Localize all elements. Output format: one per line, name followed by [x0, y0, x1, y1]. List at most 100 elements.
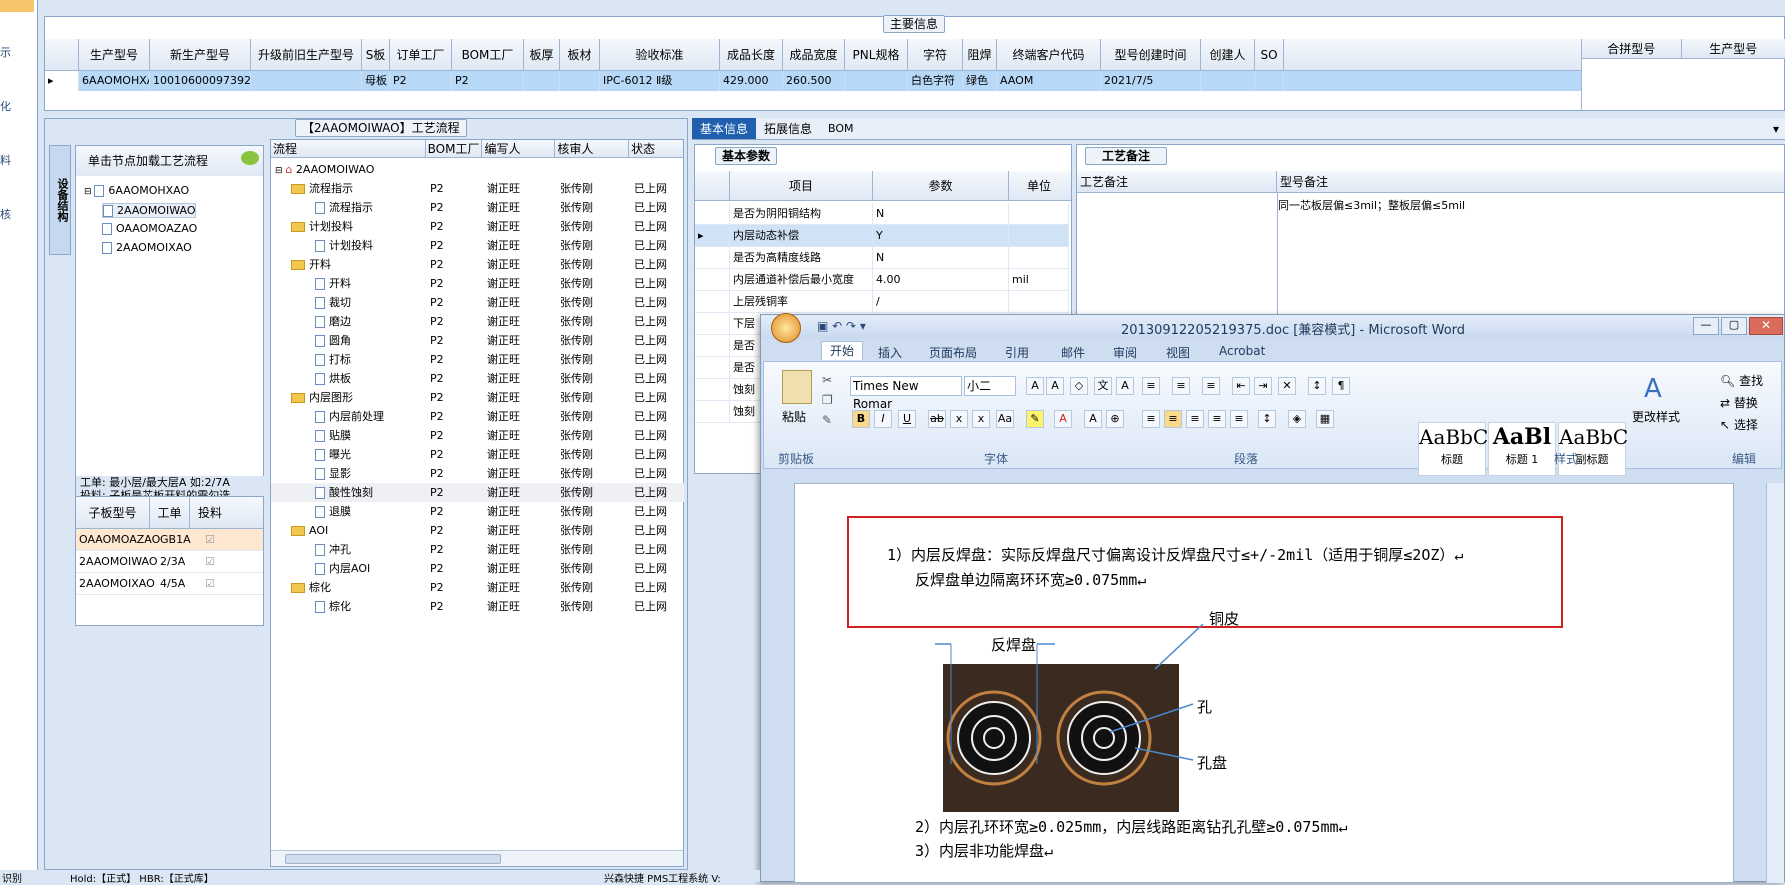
param-row[interactable]: 是否为高精度线路 N	[695, 247, 1069, 269]
scrollbar-thumb[interactable]	[285, 854, 501, 864]
flow-row[interactable]: 磨边 P2 谢正旺 张传刚 已上网	[271, 312, 684, 331]
flow-row[interactable]: 内层图形 P2 谢正旺 张传刚 已上网	[271, 388, 684, 407]
cell[interactable]: 母板	[362, 71, 390, 91]
decrease-indent-icon[interactable]: ⇤	[1232, 377, 1250, 395]
cell[interactable]: 白色字符	[908, 71, 963, 91]
tab-view[interactable]: 视图	[1166, 344, 1190, 361]
flow-row[interactable]: 计划投料 P2 谢正旺 张传刚 已上网	[271, 217, 684, 236]
cell[interactable]: 10010600097392	[150, 71, 251, 91]
col-header[interactable]: S板	[362, 39, 390, 70]
flow-row[interactable]: 裁切 P2 谢正旺 张传刚 已上网	[271, 293, 684, 312]
tab-basic-info[interactable]: 基本信息	[692, 118, 757, 139]
cell[interactable]: P2	[452, 71, 524, 91]
cell[interactable]	[1201, 71, 1255, 91]
col-header[interactable]: 参数	[873, 171, 1009, 200]
table-row[interactable]: 2AAOMOIWAO 2/3A ☑	[76, 551, 263, 573]
tab-mailings[interactable]: 邮件	[1061, 344, 1085, 361]
multilevel-list-icon[interactable]: ≡	[1202, 377, 1220, 395]
vertical-scrollbar[interactable]	[1766, 483, 1784, 883]
replace-button[interactable]: ⇄ 替换	[1720, 394, 1758, 411]
italic-icon[interactable]: I	[874, 410, 892, 428]
flow-row[interactable]: 流程指示 P2 谢正旺 张传刚 已上网	[271, 179, 684, 198]
col-header[interactable]: 流程	[271, 140, 426, 157]
col-header[interactable]: 子板型号	[76, 497, 150, 528]
borders-icon[interactable]: ▦	[1316, 410, 1334, 428]
col-header[interactable]: 成品宽度	[783, 39, 845, 70]
tab-page-layout[interactable]: 页面布局	[929, 344, 977, 361]
cell[interactable]: 2021/7/5	[1101, 71, 1201, 91]
col-header[interactable]: 订单工厂	[390, 39, 452, 70]
flow-row[interactable]: 计划投料 P2 谢正旺 张传刚 已上网	[271, 236, 684, 255]
enclose-char-icon[interactable]: ⊕	[1106, 410, 1124, 428]
char-shading-icon[interactable]: A	[1084, 410, 1102, 428]
paste-icon[interactable]	[782, 370, 812, 404]
col-header[interactable]: 生产型号	[79, 39, 150, 70]
col-header[interactable]: PNL规格	[845, 39, 908, 70]
col-header[interactable]: 核审人	[555, 140, 630, 157]
tab-review[interactable]: 审阅	[1113, 344, 1137, 361]
checkbox[interactable]: ☑	[190, 551, 230, 572]
cell[interactable]: 绿色	[963, 71, 997, 91]
tab-extended-info[interactable]: 拓展信息	[756, 118, 820, 139]
col-header[interactable]: 状态	[629, 140, 683, 157]
justify-icon[interactable]: ≡	[1208, 410, 1226, 428]
asian-layout-icon[interactable]: ✕	[1278, 377, 1296, 395]
numbering-icon[interactable]: ≡	[1172, 377, 1190, 395]
line-spacing-icon[interactable]: ↕	[1258, 410, 1276, 428]
change-style-label[interactable]: 更改样式	[1632, 408, 1680, 425]
highlight-icon[interactable]: ✎	[1026, 410, 1044, 428]
nav-item[interactable]: 化	[0, 98, 11, 114]
flow-root[interactable]: ⊟ ⌂ 2AAOMOIWAO	[271, 160, 374, 179]
shading-icon[interactable]: ◈	[1288, 410, 1306, 428]
flow-row[interactable]: AOI P2 谢正旺 张传刚 已上网	[271, 521, 684, 540]
flow-row[interactable]: 开料 P2 谢正旺 张传刚 已上网	[271, 255, 684, 274]
tab-bom[interactable]: BOM	[820, 118, 862, 139]
col-header[interactable]: 单位	[1009, 171, 1069, 200]
col-header[interactable]: 验收标准	[600, 39, 720, 70]
nav-item[interactable]: 料	[0, 152, 11, 168]
flow-row[interactable]: 圆角 P2 谢正旺 张传刚 已上网	[271, 331, 684, 350]
tab-references[interactable]: 引用	[1005, 344, 1029, 361]
col-header[interactable]: 新生产型号	[150, 39, 251, 70]
superscript-icon[interactable]: x	[972, 410, 990, 428]
change-case-icon[interactable]: Aa	[996, 410, 1014, 428]
param-row[interactable]: ▸ 内层动态补偿 Y	[695, 225, 1069, 247]
cell[interactable]: P2	[390, 71, 452, 91]
tab-acrobat[interactable]: Acrobat	[1219, 344, 1265, 358]
tab-insert[interactable]: 插入	[878, 344, 902, 361]
office-button[interactable]	[771, 313, 801, 343]
flow-row[interactable]: 冲孔 P2 谢正旺 张传刚 已上网	[271, 540, 684, 559]
table-row[interactable]: OAAOMOAZAO GB1A ☑	[76, 529, 263, 551]
table-row[interactable]: 2AAOMOIXAO 4/5A ☑	[76, 573, 263, 595]
col-header[interactable]: BOM工厂	[452, 39, 524, 70]
font-color-icon[interactable]: A	[1054, 410, 1072, 428]
flow-row[interactable]: 流程指示 P2 谢正旺 张传刚 已上网	[271, 198, 684, 217]
font-name-select[interactable]: Times New Romar	[850, 376, 962, 411]
checkbox[interactable]: ☑	[190, 573, 230, 594]
col-header[interactable]: 成品长度	[720, 39, 783, 70]
flow-row[interactable]: 酸性蚀刻 P2 谢正旺 张传刚 已上网	[271, 483, 684, 502]
subscript-icon[interactable]: x	[950, 410, 968, 428]
style-heading-1[interactable]: AaBl 标题 1	[1488, 422, 1556, 476]
document-page[interactable]: 1）内层反焊盘：实际反焊盘尺寸偏离设计反焊盘尺寸≤+/-2mil（适用于铜厚≤2…	[794, 483, 1734, 883]
param-row[interactable]: 内层通道补偿后最小宽度 4.00 mil	[695, 269, 1069, 291]
flow-row[interactable]: 棕化 P2 谢正旺 张传刚 已上网	[271, 597, 684, 616]
flow-row[interactable]: 曝光 P2 谢正旺 张传刚 已上网	[271, 445, 684, 464]
checkbox[interactable]: ☑	[190, 529, 230, 550]
nav-item[interactable]: 示	[0, 44, 11, 60]
tab-home[interactable]: 开始	[821, 341, 864, 360]
clipboard-icons[interactable]: ✂ ❐ ✎	[822, 370, 833, 430]
sort-icon[interactable]: ↕	[1308, 377, 1326, 395]
strikethrough-icon[interactable]: ab	[928, 410, 946, 428]
shrink-font-icon[interactable]: A	[1046, 377, 1064, 395]
style-heading[interactable]: AaBbC 标题	[1418, 422, 1488, 476]
char-border-icon[interactable]: A	[1116, 377, 1134, 395]
phonetic-icon[interactable]: 文	[1094, 377, 1112, 395]
style-subtitle[interactable]: AaBbC 副标题	[1558, 422, 1628, 476]
minimize-button[interactable]: —	[1693, 317, 1719, 335]
flow-row[interactable]: 贴膜 P2 谢正旺 张传刚 已上网	[271, 426, 684, 445]
col-header[interactable]: SO	[1255, 39, 1284, 70]
col-header[interactable]: 型号备注	[1277, 171, 1784, 192]
col-header[interactable]: 型号创建时间	[1101, 39, 1201, 70]
flow-row[interactable]: 显影 P2 谢正旺 张传刚 已上网	[271, 464, 684, 483]
